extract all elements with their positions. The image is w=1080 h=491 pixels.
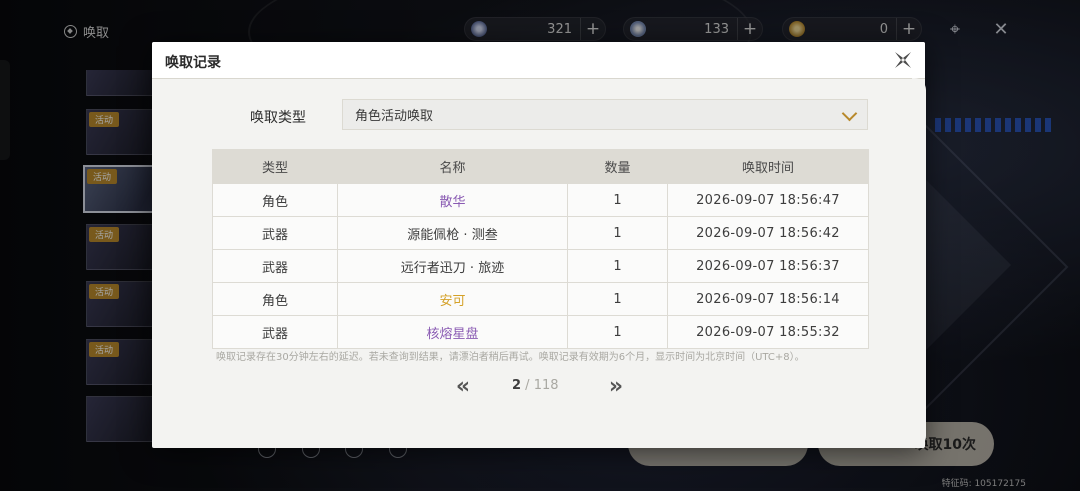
convene-type-selected: 角色活动唤取	[355, 109, 434, 124]
cell-time: 2026-09-07 18:56:37	[667, 249, 869, 283]
cell-type: 武器	[212, 249, 338, 283]
cell-type: 角色	[212, 282, 338, 316]
cell-type: 武器	[212, 216, 338, 250]
table-row: 武器 远行者迅刀 · 旅迹 1 2026-09-07 18:56:37	[212, 249, 869, 283]
cell-name: 源能佩枪 · 测叁	[337, 216, 568, 250]
table-row: 武器 源能佩枪 · 测叁 1 2026-09-07 18:56:42	[212, 216, 869, 250]
table-header-row: 类型 名称 数量 唤取时间	[212, 149, 869, 184]
page-indicator: 2 / 118	[512, 378, 572, 393]
current-page: 2	[512, 378, 522, 393]
cell-time: 2026-09-07 18:55:32	[667, 315, 869, 349]
convene-history-dialog: 唤取记录 唤取类型 角色活动唤取 类型 名称 数量 唤取时间 角色 散华 1 2…	[152, 42, 926, 448]
cell-type: 武器	[212, 315, 338, 349]
cell-time: 2026-09-07 18:56:42	[667, 216, 869, 250]
col-header-name: 名称	[337, 149, 568, 184]
total-pages: 118	[533, 378, 559, 393]
records-table: 类型 名称 数量 唤取时间 角色 散华 1 2026-09-07 18:56:4…	[212, 149, 869, 349]
cell-type: 角色	[212, 183, 338, 217]
dialog-header: 唤取记录	[152, 42, 925, 79]
close-icon	[895, 52, 911, 68]
dialog-title: 唤取记录	[165, 55, 221, 71]
convene-type-label: 唤取类型	[250, 110, 306, 126]
cell-name: 安可	[337, 282, 568, 316]
cell-name: 散华	[337, 183, 568, 217]
table-row: 武器 核熔星盘 1 2026-09-07 18:55:32	[212, 315, 869, 349]
cell-time: 2026-09-07 18:56:47	[667, 183, 869, 217]
col-header-time: 唤取时间	[667, 149, 869, 184]
col-header-type: 类型	[212, 149, 338, 184]
chevron-down-icon	[841, 105, 858, 122]
table-row: 角色 安可 1 2026-09-07 18:56:14	[212, 282, 869, 316]
cell-name: 远行者迅刀 · 旅迹	[337, 249, 568, 283]
next-page-button[interactable]: »	[604, 374, 628, 399]
col-header-qty: 数量	[567, 149, 668, 184]
cell-qty: 1	[567, 216, 668, 250]
delay-notice: 唤取记录存在30分钟左右的延迟。若未查询到结果，请漂泊者稍后再试。唤取记录有效期…	[216, 352, 805, 363]
cell-qty: 1	[567, 282, 668, 316]
convene-type-dropdown[interactable]: 角色活动唤取	[342, 99, 868, 130]
prev-page-button[interactable]: «	[451, 374, 475, 399]
cell-qty: 1	[567, 315, 668, 349]
cell-qty: 1	[567, 249, 668, 283]
page-separator: /	[521, 378, 534, 393]
cell-time: 2026-09-07 18:56:14	[667, 282, 869, 316]
cell-qty: 1	[567, 183, 668, 217]
pagination: « 2 / 118 »	[152, 374, 925, 399]
close-button[interactable]	[889, 46, 917, 74]
cell-name: 核熔星盘	[337, 315, 568, 349]
table-row: 角色 散华 1 2026-09-07 18:56:47	[212, 183, 869, 217]
